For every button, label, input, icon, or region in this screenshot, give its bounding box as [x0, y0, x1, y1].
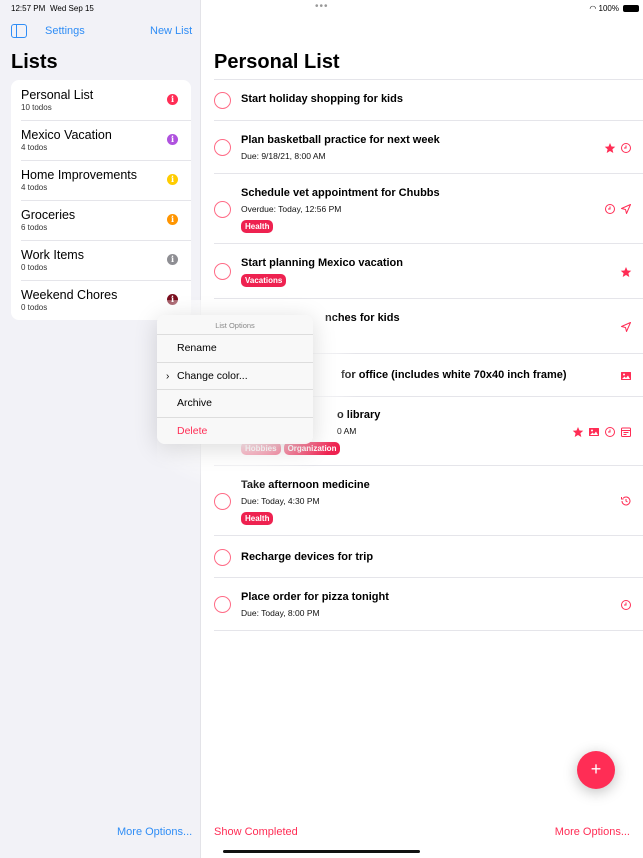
- sidebar-toggle-icon[interactable]: [11, 24, 27, 38]
- todo-title: Start holiday shopping for kids: [241, 93, 403, 105]
- star-icon: [620, 266, 632, 278]
- todo-icons: [620, 266, 632, 278]
- todo-icons: [604, 203, 632, 215]
- location-icon: [620, 321, 632, 333]
- list-name: Work Items: [21, 248, 84, 262]
- info-icon[interactable]: i: [167, 134, 178, 145]
- clock-icon: [620, 142, 632, 154]
- star-icon: [604, 142, 616, 154]
- info-icon[interactable]: i: [167, 174, 178, 185]
- wifi-icon: ◠: [589, 4, 597, 13]
- list-item[interactable]: Groceries 6 todos i: [11, 200, 191, 240]
- list-item[interactable]: Mexico Vacation 4 todos i: [11, 120, 191, 160]
- todo-title: Recharge devices for trip: [241, 551, 374, 563]
- menu-item-label: Change color...: [177, 369, 248, 382]
- battery-percent: 100%: [598, 4, 619, 13]
- tag-list: Vacations: [241, 274, 287, 287]
- settings-button[interactable]: Settings: [45, 25, 85, 37]
- info-icon[interactable]: i: [167, 254, 178, 265]
- multitask-dots-icon[interactable]: •••: [315, 1, 329, 12]
- todo-icons: [572, 426, 632, 438]
- complete-checkbox[interactable]: [214, 263, 231, 280]
- todo-due: Due: Today, 4:30 PM: [241, 496, 320, 506]
- status-date: Wed Sep 15: [50, 4, 94, 13]
- list-count: 10 todos: [21, 103, 52, 112]
- image-icon: [588, 426, 600, 438]
- todo-icons: [604, 142, 632, 154]
- todo-row[interactable]: Start holiday shopping for kids: [214, 79, 643, 121]
- home-indicator: [223, 850, 420, 853]
- star-icon: [572, 426, 584, 438]
- list-item[interactable]: Work Items 0 todos i: [11, 240, 191, 280]
- tag-badge: Health: [241, 512, 274, 525]
- menu-item-archive[interactable]: Archive: [157, 390, 313, 418]
- list-name: Personal List: [21, 88, 94, 102]
- calendar-icon: [620, 426, 632, 438]
- list-count: 0 todos: [21, 263, 48, 272]
- todo-icons: [620, 599, 632, 611]
- history-icon: [620, 495, 632, 507]
- info-icon[interactable]: i: [167, 214, 178, 225]
- menu-item-rename[interactable]: Rename: [157, 335, 313, 363]
- image-icon: [620, 370, 632, 382]
- list-name: Groceries: [21, 208, 76, 222]
- list-name: Home Improvements: [21, 168, 138, 182]
- todo-title: Plan basketball practice for next week: [241, 134, 440, 146]
- todo-icons: [620, 370, 632, 382]
- todo-row[interactable]: Start planning Mexico vacation Vacations: [214, 244, 643, 299]
- menu-header: List Options: [157, 315, 313, 335]
- list-count: 4 todos: [21, 143, 48, 152]
- list-name: Mexico Vacation: [21, 128, 112, 142]
- todo-title: Start planning Mexico vacation: [241, 257, 403, 269]
- battery-icon: [623, 5, 639, 12]
- add-todo-button[interactable]: +: [577, 751, 615, 789]
- wifi-battery-status: ◠ 100%: [589, 4, 619, 13]
- clock-icon: [620, 599, 632, 611]
- menu-item-delete[interactable]: Delete: [157, 418, 313, 445]
- todo-row[interactable]: Recharge devices for trip: [214, 536, 643, 578]
- menu-item-change-color[interactable]: › Change color...: [157, 363, 313, 390]
- more-options-button[interactable]: More Options...: [555, 826, 630, 838]
- todo-title: Schedule vet appointment for Chubbs: [241, 187, 440, 199]
- todo-title: for office (includes white 70x40 inch fr…: [341, 369, 567, 381]
- info-icon[interactable]: i: [167, 94, 178, 105]
- todo-icons: [620, 495, 632, 507]
- show-completed-button[interactable]: Show Completed: [214, 826, 298, 838]
- complete-checkbox[interactable]: [214, 492, 231, 510]
- chevron-right-icon: ›: [166, 370, 170, 382]
- todo-row[interactable]: Schedule vet appointment for Chubbs Overd…: [214, 174, 643, 244]
- list-count: 4 todos: [21, 183, 48, 192]
- todo-row[interactable]: Plan basketball practice for next week Du…: [214, 121, 643, 174]
- sidebar-title: Lists: [11, 51, 58, 73]
- clock-icon: [604, 203, 616, 215]
- list-item[interactable]: Personal List 10 todos i: [11, 80, 191, 120]
- list-count: 6 todos: [21, 223, 48, 232]
- tag-list: Health: [241, 512, 274, 525]
- complete-checkbox[interactable]: [214, 548, 231, 566]
- complete-checkbox[interactable]: [214, 139, 231, 156]
- list-item[interactable]: Home Improvements 4 todos i: [11, 160, 191, 200]
- new-list-button[interactable]: New List: [150, 25, 192, 37]
- page-title: Personal List: [214, 51, 340, 73]
- todo-title: Place order for pizza tonight: [241, 591, 389, 603]
- location-icon: [620, 203, 632, 215]
- todo-due: Due: 9/18/21, 8:00 AM: [241, 151, 326, 161]
- complete-checkbox[interactable]: [214, 200, 231, 218]
- todo-due: Due: Today, 8:00 PM: [241, 608, 320, 618]
- lists-card: Personal List 10 todos i Mexico Vacation 4 t…: [11, 80, 191, 320]
- complete-checkbox[interactable]: [214, 91, 231, 109]
- todo-due: Overdue: Today, 12:56 PM: [241, 204, 342, 214]
- tag-badge: Health: [241, 220, 274, 233]
- status-time: 12:57 PM: [11, 4, 46, 13]
- tag-list: Health: [241, 220, 274, 233]
- tag-badge: Vacations: [241, 274, 287, 287]
- todo-row[interactable]: Place order for pizza tonight Due: Today,…: [214, 578, 643, 631]
- todo-icons: [620, 321, 632, 333]
- complete-checkbox[interactable]: [214, 596, 231, 613]
- clock-icon: [604, 426, 616, 438]
- sidebar-more-options-button[interactable]: More Options...: [117, 826, 192, 838]
- list-options-menu: List Options Rename › Change color... Arc…: [157, 315, 313, 444]
